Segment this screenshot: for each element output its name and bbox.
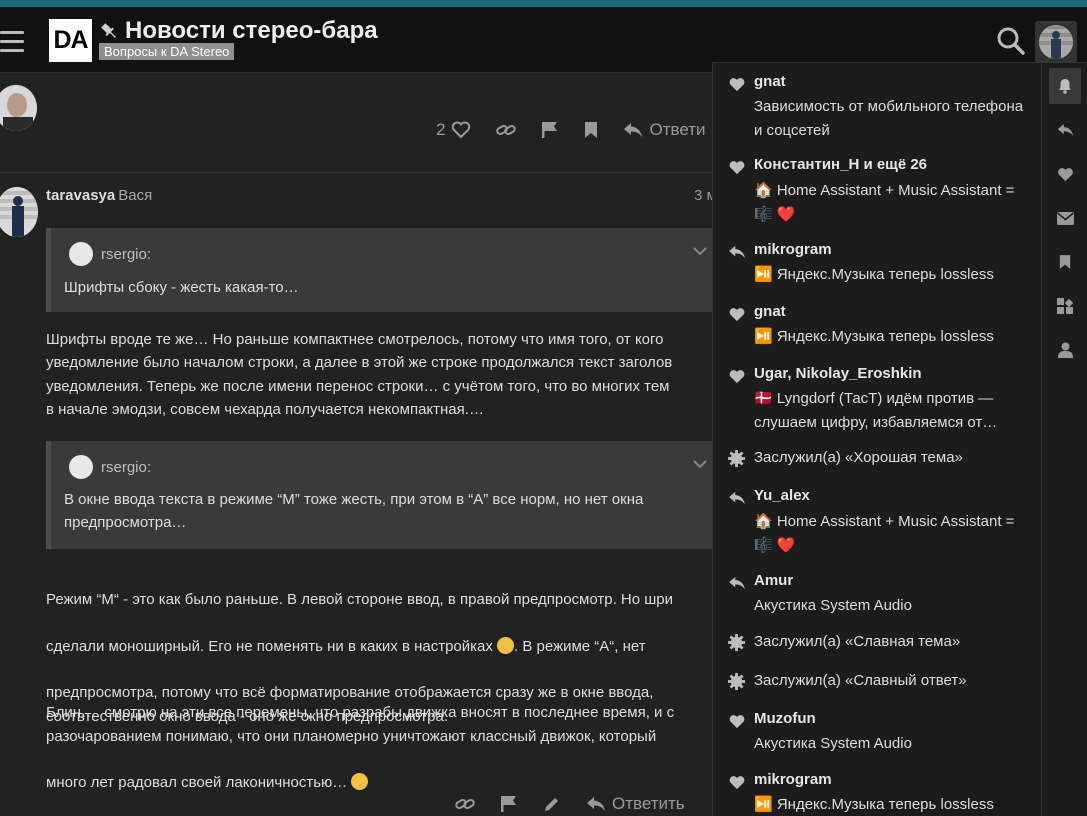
chevron-down-icon[interactable] xyxy=(693,459,707,469)
reply-icon xyxy=(728,576,746,590)
post-actions: 2 Ответи xyxy=(436,120,731,140)
tab-likes[interactable] xyxy=(1042,156,1087,192)
notification-topic: Акустика System Audio xyxy=(754,597,912,614)
reply-label: Ответить xyxy=(612,794,685,813)
notification-user: mikrogram xyxy=(754,241,832,258)
notification-user: Amur xyxy=(754,572,794,589)
post-fullname: Вася xyxy=(118,187,153,204)
user-menu-tabs xyxy=(1041,63,1087,816)
topic-title-row: Новости стерео-бара xyxy=(99,17,378,45)
quote-header: rsergio: xyxy=(69,455,151,479)
quote-header: rsergio: xyxy=(69,242,151,266)
post-actions: Ответить xyxy=(455,794,710,814)
badge-icon xyxy=(1057,298,1073,314)
pin-icon xyxy=(101,23,116,38)
quote-author[interactable]: rsergio: xyxy=(101,459,151,476)
tab-bookmarks[interactable] xyxy=(1042,244,1087,280)
notification-text: Заслужил(а) «Хорошая тема» xyxy=(754,449,963,466)
link-icon[interactable] xyxy=(455,796,475,812)
quote-avatar xyxy=(69,242,93,266)
reply-icon xyxy=(624,123,643,137)
like-count: 2 xyxy=(436,120,446,139)
notification-user: gnat xyxy=(754,73,786,90)
post-username[interactable]: taravasya Вася xyxy=(46,187,152,204)
heart-icon xyxy=(1057,167,1073,181)
tab-notifications[interactable] xyxy=(1049,68,1081,104)
sad-emoji-icon xyxy=(351,773,369,791)
flag-icon[interactable] xyxy=(500,795,518,813)
post-paragraph: Шрифты вроде те же… Но раньше компактнее… xyxy=(46,331,673,418)
user-notifications-menu: gnat Зависимость от мобильного телефона и… xyxy=(712,62,1087,816)
notification-user: mikrogram xyxy=(754,771,832,788)
badge-icon xyxy=(728,673,746,690)
post-avatar[interactable] xyxy=(0,187,38,237)
notification-topic: Зависимость от мобильного телефона и соц… xyxy=(754,98,1024,139)
tab-badges[interactable] xyxy=(1042,288,1087,324)
link-icon[interactable] xyxy=(496,122,517,138)
notification-text: Заслужил(а) «Славная тема» xyxy=(754,633,961,650)
quote-block: rsergio: В окне ввода текста в режиме “M… xyxy=(46,441,716,549)
site-logo[interactable]: DA xyxy=(49,19,92,62)
flag-icon[interactable] xyxy=(541,121,559,139)
tab-replies[interactable] xyxy=(1042,112,1087,148)
notification-topic: 🏠 Home Assistant + Music Assistant = 🎼 ❤… xyxy=(754,513,1015,554)
category-badge[interactable]: Вопросы к DA Stereo xyxy=(99,43,235,60)
heart-icon xyxy=(728,160,746,175)
notification-topic: Акустика System Audio xyxy=(754,735,912,752)
tab-profile[interactable] xyxy=(1042,332,1087,368)
notification-user: Muzofun xyxy=(754,710,816,727)
envelope-icon xyxy=(1056,211,1074,225)
current-user-avatar xyxy=(1039,25,1073,59)
bookmark-icon xyxy=(1059,255,1071,269)
like-button[interactable]: 2 xyxy=(436,120,471,140)
top-accent-strip xyxy=(0,0,1087,7)
pencil-icon[interactable] xyxy=(543,795,561,813)
notification-text: Заслужил(а) «Славный ответ» xyxy=(754,672,967,689)
topic-title[interactable]: Новости стерео-бара xyxy=(125,17,378,45)
quote-block: rsergio: Шрифты сбоку - жесть какая-то… xyxy=(46,228,716,312)
badge-icon xyxy=(728,634,746,651)
heart-icon xyxy=(728,714,746,729)
reply-icon xyxy=(728,491,746,505)
search-icon[interactable] xyxy=(996,26,1026,56)
notification-topic: 🏠 Home Assistant + Music Assistant = 🎼 ❤… xyxy=(754,182,1015,223)
badge-icon xyxy=(728,450,746,467)
notification-topic: 🇩🇰 Lyngdorf (ТасТ) идём против — слушаем… xyxy=(754,390,998,431)
user-menu-button[interactable] xyxy=(1035,21,1077,63)
reply-label: Ответи xyxy=(649,120,706,139)
reply-icon xyxy=(728,245,746,259)
notification-topic: ⏯️ Яндекс.Музыка теперь lossless xyxy=(754,796,994,813)
quote-author[interactable]: rsergio: xyxy=(101,246,151,263)
reply-icon xyxy=(1057,124,1073,136)
bell-icon xyxy=(1059,79,1071,94)
heart-icon xyxy=(728,775,746,790)
reply-button[interactable]: Ответи xyxy=(623,120,706,140)
bookmark-icon[interactable] xyxy=(584,121,598,139)
notification-user: Константин_H и ещё 26 xyxy=(754,156,928,173)
user-icon xyxy=(1057,342,1073,358)
grimacing-emoji-icon xyxy=(497,636,515,654)
heart-icon xyxy=(728,307,746,322)
notification-user: gnat xyxy=(754,303,786,320)
notification-user: Yu_alex xyxy=(754,487,810,504)
post-avatar[interactable] xyxy=(0,85,37,131)
post-divider xyxy=(0,172,712,173)
tab-messages[interactable] xyxy=(1042,200,1087,236)
heart-outline-icon xyxy=(452,121,471,139)
chevron-down-icon[interactable] xyxy=(693,246,707,256)
quote-text: В окне ввода текста в режиме “M” тоже же… xyxy=(64,491,644,531)
reply-button[interactable]: Ответить xyxy=(586,794,685,814)
reply-icon xyxy=(587,797,605,811)
notification-user: Ugar, Nikolay_Eroshkin xyxy=(754,365,922,382)
notification-topic: ⏯️ Яндекс.Музыка теперь lossless xyxy=(754,328,994,345)
heart-icon xyxy=(728,369,746,384)
quote-text: Шрифты сбоку - жесть какая-то… xyxy=(64,279,299,296)
hamburger-menu-icon[interactable] xyxy=(0,31,24,52)
notification-topic: ⏯️ Яндекс.Музыка теперь lossless xyxy=(754,266,994,283)
quote-avatar xyxy=(69,455,93,479)
heart-icon xyxy=(728,77,746,92)
